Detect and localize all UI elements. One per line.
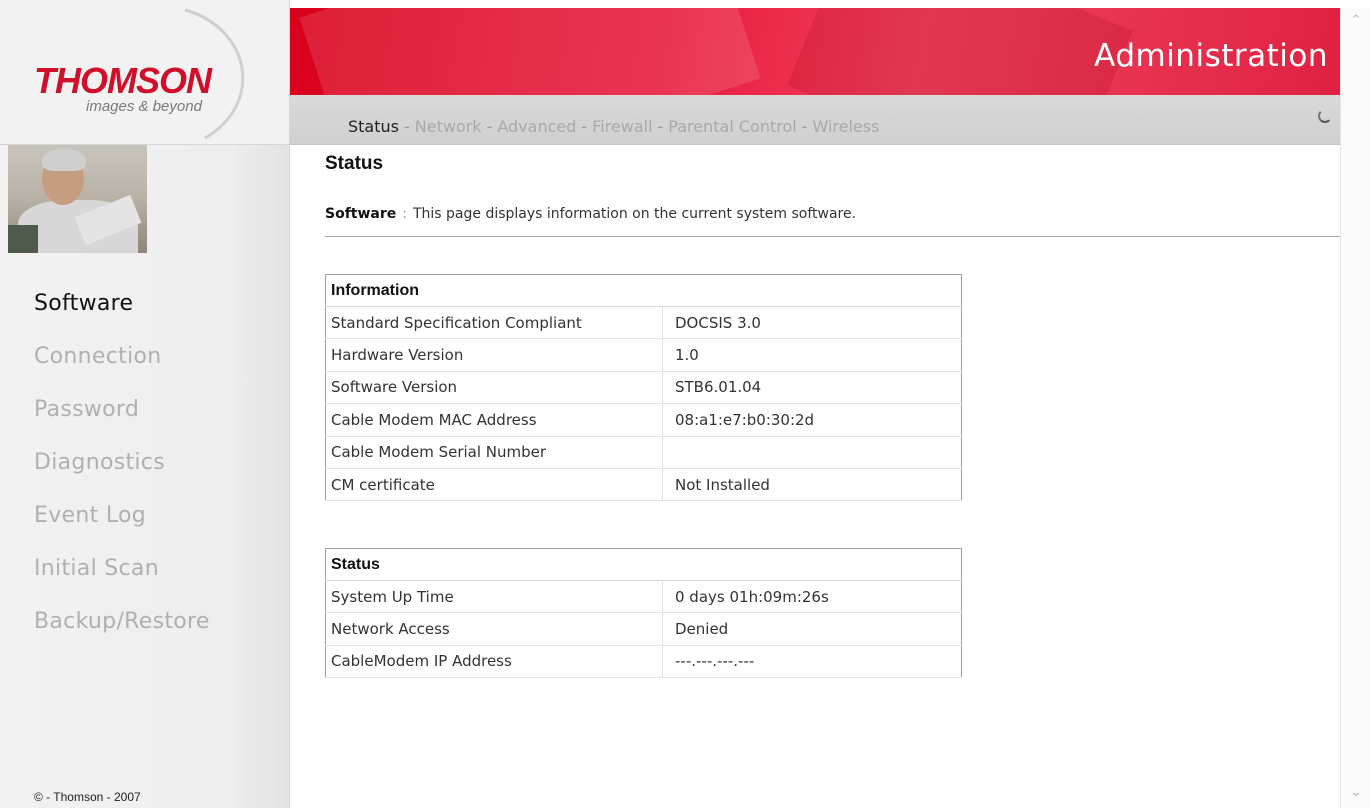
- logo[interactable]: THOMSON: [34, 60, 212, 102]
- topnav-separator: -: [581, 117, 588, 136]
- chevron-down-icon[interactable]: ⌄: [1345, 782, 1367, 804]
- topnav-item-network[interactable]: Network: [415, 117, 482, 136]
- status-table-header: Status: [325, 548, 962, 581]
- sidebar-menu: Software Connection Password Diagnostics Eve…: [34, 288, 210, 659]
- top-navigation: Status - Network - Advanced - Firewall - Parenta…: [290, 95, 1340, 145]
- row-label: Network Access: [325, 612, 663, 646]
- table-row: Cable Modem Serial Number: [325, 436, 962, 469]
- table-row: CableModem IP Address ---.---.---.---: [325, 645, 962, 679]
- row-label: Cable Modem MAC Address: [325, 403, 663, 437]
- sidebar-item-event-log[interactable]: Event Log: [34, 500, 210, 553]
- sidebar-item-initial-scan[interactable]: Initial Scan: [34, 553, 210, 606]
- topnav-item-status[interactable]: Status: [348, 117, 399, 136]
- topnav-item-advanced[interactable]: Advanced: [497, 117, 576, 136]
- row-label: System Up Time: [325, 580, 663, 614]
- table-row: Network Access Denied: [325, 612, 962, 646]
- information-table-header: Information: [325, 274, 962, 307]
- row-value: DOCSIS 3.0: [662, 306, 962, 340]
- row-label: CM certificate: [325, 468, 663, 502]
- description-colon: :: [402, 206, 407, 222]
- table-row: Standard Specification Compliant DOCSIS 3…: [325, 306, 962, 340]
- row-value: 08:a1:e7:b0:30:2d: [662, 403, 962, 437]
- row-value: 0 days 01h:09m:26s: [662, 580, 962, 614]
- row-label: Hardware Version: [325, 338, 663, 372]
- topnav-item-firewall[interactable]: Firewall: [592, 117, 652, 136]
- sidebar-item-password[interactable]: Password: [34, 394, 210, 447]
- vertical-scrollbar[interactable]: ⌃ ⌄: [1340, 8, 1370, 808]
- divider: [325, 236, 1340, 237]
- row-label: Software Version: [325, 371, 663, 405]
- row-value: STB6.01.04: [662, 371, 962, 405]
- row-value: ---.---.---.---: [662, 645, 962, 679]
- row-label: Cable Modem Serial Number: [325, 436, 663, 469]
- page-description: Software: This page displays information …: [325, 206, 856, 222]
- header-banner: Administration: [290, 8, 1340, 95]
- row-label: Standard Specification Compliant: [325, 306, 663, 340]
- row-value: 1.0: [662, 338, 962, 372]
- topnav-separator: -: [657, 117, 664, 136]
- spinner-icon: [1318, 109, 1332, 123]
- logo-tagline: images & beyond: [86, 98, 202, 115]
- topnav-item-parental-control[interactable]: Parental Control: [668, 117, 796, 136]
- row-value: Denied: [662, 612, 962, 646]
- topnav-separator: -: [403, 117, 410, 136]
- row-value: Not Installed: [662, 468, 962, 502]
- row-label: CableModem IP Address: [325, 645, 663, 679]
- row-value: [662, 436, 962, 469]
- table-row: CM certificate Not Installed: [325, 468, 962, 502]
- sidebar-item-software[interactable]: Software: [34, 288, 210, 341]
- description-label: Software: [325, 206, 397, 222]
- page-header-title: Administration: [1094, 38, 1328, 74]
- page-title: Status: [325, 153, 384, 174]
- information-table: Information Standard Specification Compl…: [325, 274, 962, 502]
- sidebar-item-connection[interactable]: Connection: [34, 341, 210, 394]
- table-row: Software Version STB6.01.04: [325, 371, 962, 405]
- description-text: This page displays information on the cu…: [412, 206, 857, 222]
- topnav-separator: -: [486, 117, 493, 136]
- status-table: Status System Up Time 0 days 01h:09m:26s N…: [325, 548, 962, 679]
- logo-area: THOMSON images & beyond: [0, 0, 290, 145]
- table-row: Cable Modem MAC Address 08:a1:e7:b0:30:2d: [325, 403, 962, 437]
- header-photo: [8, 145, 147, 253]
- topnav-separator: -: [801, 117, 808, 136]
- sidebar-item-diagnostics[interactable]: Diagnostics: [34, 447, 210, 500]
- copyright: © - Thomson - 2007: [34, 790, 141, 804]
- top-nav-links: Status - Network - Advanced - Firewall - Parenta…: [348, 117, 879, 136]
- table-row: System Up Time 0 days 01h:09m:26s: [325, 580, 962, 614]
- chevron-up-icon[interactable]: ⌃: [1345, 10, 1367, 32]
- sidebar: Software Connection Password Diagnostics Eve…: [0, 145, 290, 808]
- table-row: Hardware Version 1.0: [325, 338, 962, 372]
- topnav-item-wireless[interactable]: Wireless: [812, 117, 879, 136]
- sidebar-item-backup-restore[interactable]: Backup/Restore: [34, 606, 210, 659]
